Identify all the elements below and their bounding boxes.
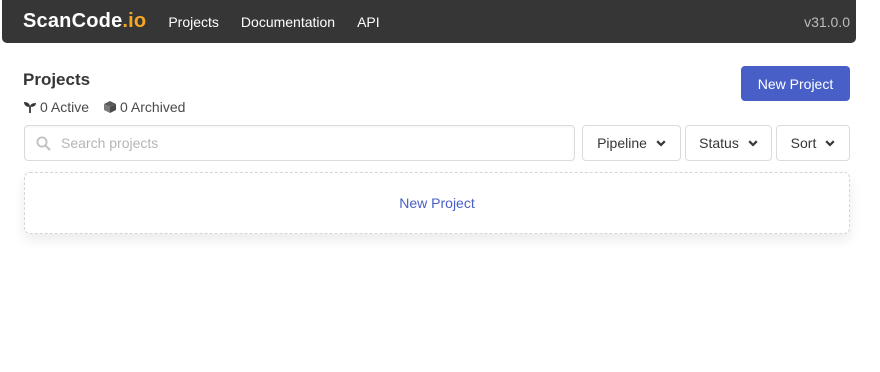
chevron-down-icon xyxy=(656,139,666,147)
archived-projects-label: 0 Archived xyxy=(120,99,186,115)
active-projects-label: 0 Active xyxy=(40,99,90,115)
empty-projects-box: New Project xyxy=(24,172,850,234)
chevron-down-icon xyxy=(825,139,835,147)
nav-link-api[interactable]: API xyxy=(357,14,380,30)
active-projects-count[interactable]: 0 Active xyxy=(23,99,89,115)
status-dropdown[interactable]: Status xyxy=(685,125,772,161)
pipeline-dropdown-label: Pipeline xyxy=(597,135,647,151)
top-navbar: ScanCode.io Projects Documentation API v… xyxy=(2,0,856,43)
pipeline-dropdown[interactable]: Pipeline xyxy=(582,125,681,161)
brand-logo[interactable]: ScanCode.io xyxy=(23,10,146,33)
page-title: Projects xyxy=(23,70,91,89)
brand-suffix: .io xyxy=(122,10,147,32)
sort-dropdown[interactable]: Sort xyxy=(776,125,850,161)
brand-main: ScanCode xyxy=(23,10,123,32)
nav-link-projects[interactable]: Projects xyxy=(168,14,219,30)
nav-link-documentation[interactable]: Documentation xyxy=(241,14,335,30)
seedling-icon xyxy=(24,101,36,113)
archived-projects-count[interactable]: 0 Archived xyxy=(103,99,185,115)
project-counters: 0 Active 0 Archived xyxy=(23,99,199,115)
sort-dropdown-label: Sort xyxy=(790,135,817,151)
search-icon xyxy=(36,136,51,150)
search-box xyxy=(24,125,575,161)
status-dropdown-label: Status xyxy=(699,135,739,151)
version-label: v31.0.0 xyxy=(804,13,850,30)
cube-icon xyxy=(104,101,117,113)
new-project-link[interactable]: New Project xyxy=(399,195,474,211)
new-project-button[interactable]: New Project xyxy=(741,66,850,101)
chevron-down-icon xyxy=(748,139,758,147)
search-input[interactable] xyxy=(61,135,541,151)
